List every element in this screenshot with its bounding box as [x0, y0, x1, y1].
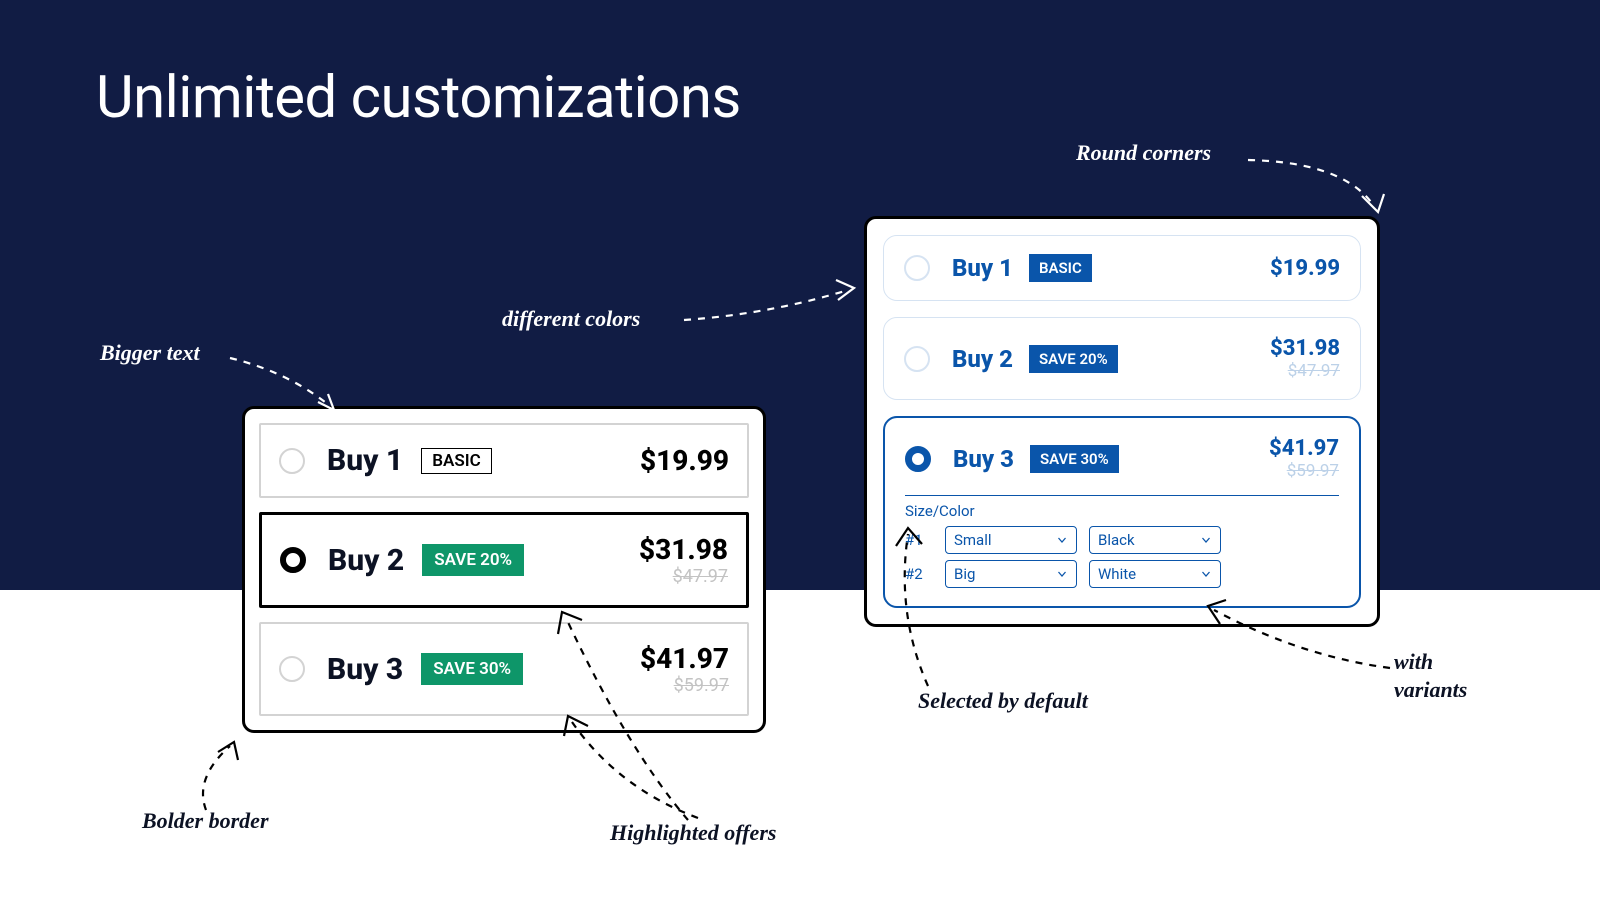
offer-price: $41.97 [1269, 436, 1339, 461]
annotation-bolder-border: Bolder border [142, 808, 269, 834]
radio-icon[interactable] [279, 448, 305, 474]
radio-icon[interactable] [905, 446, 931, 472]
page-title: Unlimited customizations [96, 64, 741, 132]
offer-label: Buy 1 [327, 443, 403, 478]
chevron-down-icon [1056, 568, 1068, 580]
offer-label: Buy 3 [327, 652, 403, 687]
chevron-down-icon [1200, 534, 1212, 546]
offer-price: $41.97 [640, 642, 729, 675]
basic-badge: BASIC [421, 448, 492, 474]
radio-icon[interactable] [280, 547, 306, 573]
basic-badge: BASIC [1029, 254, 1092, 282]
offer-price: $19.99 [1270, 256, 1340, 281]
save-badge: SAVE 30% [421, 653, 523, 685]
offer-row[interactable]: Buy 2 SAVE 20% $31.98 $47.97 [883, 317, 1361, 400]
offer-row[interactable]: Buy 2 SAVE 20% $31.98 $47.97 [259, 512, 749, 608]
offer-price: $31.98 [1270, 336, 1340, 361]
select-value: White [1098, 565, 1136, 583]
variant-index: #1 [905, 531, 933, 549]
annotation-with-variants: with variants [1394, 648, 1467, 703]
variant-select-size[interactable]: Big [945, 560, 1077, 588]
save-badge: SAVE 20% [422, 544, 524, 576]
save-badge: SAVE 20% [1029, 345, 1118, 373]
variant-select-color[interactable]: White [1089, 560, 1221, 588]
annotation-bigger-text: Bigger text [100, 340, 200, 366]
variant-title: Size/Color [905, 502, 1339, 520]
radio-icon[interactable] [904, 346, 930, 372]
offer-strike-price: $47.97 [639, 566, 728, 587]
offer-strike-price: $59.97 [640, 675, 729, 696]
variant-card-left: Buy 1 BASIC $19.99 Buy 2 SAVE 20% $31.98… [242, 406, 766, 733]
variant-index: #2 [905, 565, 933, 583]
radio-icon[interactable] [904, 255, 930, 281]
offer-price: $31.98 [639, 533, 728, 566]
variant-select-color[interactable]: Black [1089, 526, 1221, 554]
offer-row[interactable]: Buy 1 BASIC $19.99 [259, 423, 749, 498]
variant-select-size[interactable]: Small [945, 526, 1077, 554]
radio-icon[interactable] [279, 656, 305, 682]
offer-row[interactable]: Buy 3 SAVE 30% $41.97 $59.97 Size/Color … [883, 416, 1361, 608]
save-badge: SAVE 30% [1030, 445, 1119, 473]
select-value: Small [954, 531, 992, 549]
select-value: Big [954, 565, 975, 583]
variant-row: #1 Small Black [905, 526, 1339, 554]
offer-label: Buy 2 [952, 345, 1013, 373]
offer-row[interactable]: Buy 1 BASIC $19.99 [883, 235, 1361, 301]
offer-label: Buy 2 [328, 543, 404, 578]
chevron-down-icon [1200, 568, 1212, 580]
annotation-round-corners: Round corners [1076, 140, 1211, 166]
offer-label: Buy 1 [952, 254, 1013, 282]
variant-row: #2 Big White [905, 560, 1339, 588]
offer-row[interactable]: Buy 3 SAVE 30% $41.97 $59.97 [259, 622, 749, 716]
offer-price: $19.99 [640, 444, 729, 477]
divider [905, 495, 1339, 496]
offer-strike-price: $59.97 [1269, 461, 1339, 481]
chevron-down-icon [1056, 534, 1068, 546]
annotation-different-colors: different colors [502, 306, 640, 332]
annotation-selected-by-default: Selected by default [918, 688, 1088, 714]
offer-strike-price: $47.97 [1270, 361, 1340, 381]
variant-card-right: Buy 1 BASIC $19.99 Buy 2 SAVE 20% $31.98… [864, 216, 1380, 627]
annotation-highlighted-offers: Highlighted offers [610, 820, 776, 846]
select-value: Black [1098, 531, 1135, 549]
offer-label: Buy 3 [953, 445, 1014, 473]
